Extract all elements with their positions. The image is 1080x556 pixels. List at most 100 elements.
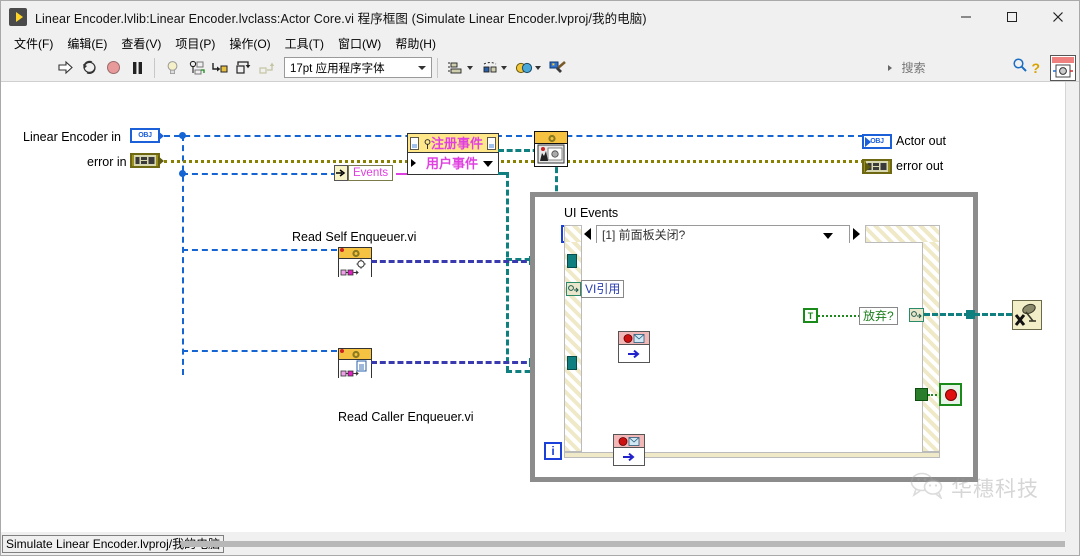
step-over-icon[interactable] (232, 57, 256, 79)
wire-to-right-tunnel[interactable] (924, 313, 970, 316)
menu-edit[interactable]: 编辑(E) (60, 34, 114, 53)
run-status-indicator[interactable] (1050, 54, 1076, 81)
read-caller-enqueuer-subvi[interactable] (338, 348, 372, 378)
read-self-enqueuer-subvi[interactable] (338, 247, 372, 277)
wechat-logo-icon (910, 471, 944, 504)
error-out-arrow-icon (865, 162, 871, 172)
watermark-text: 华穗科技 (951, 476, 1039, 501)
menu-view[interactable]: 查看(V) (114, 34, 168, 53)
reorder-button[interactable] (515, 60, 541, 76)
iteration-terminal[interactable]: i (544, 442, 562, 460)
events-constant-arrow-box[interactable] (334, 165, 348, 181)
error-out-label: error out (896, 159, 944, 173)
register-for-events-item[interactable]: 用户事件 (407, 153, 499, 175)
window-title: Linear Encoder.lvlib:Linear Encoder.lvcl… (35, 11, 647, 26)
vertical-scrollbar[interactable] (1065, 82, 1079, 534)
block-diagram-canvas[interactable]: Linear Encoder in OBJ error in Events 注册… (1, 82, 1067, 534)
horizontal-scrollbar[interactable] (181, 537, 1071, 551)
event-structure-title: UI Events (564, 206, 619, 220)
chevron-down-icon (823, 233, 833, 239)
register-input-arrow-icon (411, 159, 416, 167)
event-case-selector[interactable]: [1] 前面板关闭? (596, 225, 850, 244)
abort-execution-icon[interactable] (101, 57, 125, 79)
event-tunnel-left-bottom[interactable] (567, 356, 577, 370)
wire-object-to-read-self-enqueuer[interactable] (182, 249, 337, 251)
event-structure[interactable]: UI Events [1] 前面板关闭? i (530, 192, 978, 482)
clean-up-diagram-button[interactable] (545, 57, 573, 79)
wire-event-reg-vertical-2[interactable] (506, 172, 509, 372)
actor-out-label: Actor out (896, 134, 947, 148)
register-for-events-header[interactable]: 注册事件 (407, 133, 499, 153)
event-tunnel-right-refnum[interactable] (909, 308, 924, 322)
read-self-enqueuer-label: Read Self Enqueuer.vi (292, 230, 417, 244)
call-parent-method-header[interactable] (534, 131, 568, 144)
highlight-execution-lightbulb-icon[interactable] (160, 57, 184, 79)
font-selector[interactable]: 17pt 应用程序字体 (284, 57, 432, 78)
distribute-objects-button[interactable] (481, 60, 507, 76)
minimize-button[interactable] (943, 1, 989, 33)
step-out-icon[interactable] (256, 57, 280, 79)
chevron-down-icon (483, 161, 493, 167)
search-divider-icon (888, 64, 893, 71)
menu-file[interactable]: 文件(F) (7, 34, 60, 53)
wire-linear-encoder-to-actor-out[interactable] (164, 135, 864, 137)
toolbar: 17pt 应用程序字体 ? (1, 54, 1079, 82)
window-controls (943, 1, 1079, 33)
linear-encoder-in-label: Linear Encoder in (23, 130, 121, 144)
search-input[interactable] (899, 59, 1010, 76)
menu-project[interactable]: 项目(P) (168, 34, 222, 53)
menu-help[interactable]: 帮助(H) (388, 34, 443, 53)
context-help-question-icon[interactable]: ? (1031, 60, 1040, 76)
chevron-down-icon (467, 65, 473, 70)
event-frame-stripe-left (564, 242, 582, 452)
discard-indicator[interactable]: 放弃? (859, 307, 898, 325)
error-in-terminal[interactable] (130, 153, 160, 168)
read-caller-enqueuer-label: Read Caller Enqueuer.vi (338, 410, 474, 424)
menu-tools[interactable]: 工具(T) (278, 34, 331, 53)
close-button[interactable] (1035, 1, 1079, 33)
run-continuously-icon[interactable] (77, 57, 101, 79)
step-into-icon[interactable] (208, 57, 232, 79)
search-area: ? (888, 57, 1044, 78)
align-objects-button[interactable] (447, 60, 473, 76)
vi-refnum-label[interactable]: VI引用 (581, 280, 625, 298)
menu-operate[interactable]: 操作(O) (222, 34, 277, 53)
chevron-down-icon (501, 65, 507, 70)
menu-bar: 文件(F) 编辑(E) 查看(V) 项目(P) 操作(O) 工具(T) 窗口(W… (1, 33, 1079, 54)
event-frame-stripe-right-top (865, 225, 940, 243)
boolean-true-constant[interactable]: T (803, 308, 818, 323)
title-bar: Linear Encoder.lvlib:Linear Encoder.lvcl… (1, 1, 1079, 33)
retain-wire-values-icon[interactable] (184, 57, 208, 79)
pause-icon[interactable] (125, 57, 149, 79)
events-cluster-constant[interactable]: Events (348, 165, 394, 181)
stop-loop-condition-icon[interactable] (939, 383, 962, 406)
event-case-right-arrow[interactable] (851, 227, 865, 241)
chevron-down-icon (535, 65, 541, 70)
magnifier-icon[interactable] (1012, 57, 1028, 78)
event-frame-stripe-right (922, 242, 940, 452)
event-tunnel-left-top[interactable] (567, 254, 577, 268)
run-arrow-icon[interactable] (53, 57, 77, 79)
wire-error-in-to-error-out[interactable] (164, 160, 864, 163)
wire-boolean-to-discard[interactable] (818, 315, 860, 317)
enqueue-message-node-top[interactable] (618, 331, 650, 363)
error-in-label: error in (87, 155, 127, 169)
linear-encoder-in-terminal[interactable]: OBJ (130, 128, 160, 143)
maximize-button[interactable] (989, 1, 1035, 33)
status-bar: Simulate Linear Encoder.lvproj/我的电脑 (1, 532, 1079, 555)
wire-to-unregister-node[interactable] (974, 313, 1012, 316)
wire-object-to-read-caller-enqueuer[interactable] (182, 350, 337, 352)
actor-out-arrow-icon (865, 137, 871, 147)
chevron-down-icon (418, 66, 426, 70)
vi-refnum-terminal[interactable] (566, 282, 581, 296)
stop-condition-tunnel[interactable] (915, 388, 928, 401)
event-case-left-arrow[interactable] (583, 227, 597, 241)
labview-block-diagram-window: Linear Encoder.lvlib:Linear Encoder.lvcl… (0, 0, 1080, 556)
font-selector-value: 17pt 应用程序字体 (290, 62, 385, 75)
menu-window[interactable]: 窗口(W) (331, 34, 388, 53)
watermark: 华穗科技 (910, 471, 1039, 504)
enqueue-message-node-bottom[interactable] (613, 434, 645, 466)
wire-object-to-events-branch[interactable] (182, 173, 337, 175)
unregister-for-events-node[interactable] (1012, 300, 1042, 330)
call-parent-method-body[interactable] (534, 144, 568, 167)
